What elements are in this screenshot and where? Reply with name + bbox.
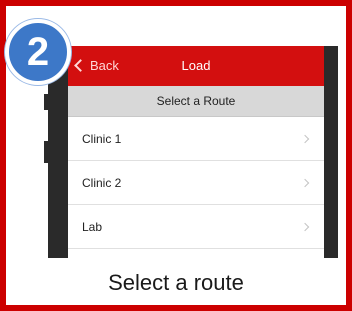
route-item-clinic-1[interactable]: Clinic 1: [68, 117, 324, 161]
step-number-badge: 2: [5, 19, 71, 85]
nav-title: Load: [181, 58, 211, 73]
section-header-label: Select a Route: [156, 94, 236, 108]
route-item-lab[interactable]: Lab: [68, 205, 324, 249]
route-item-clinic-2[interactable]: Clinic 2: [68, 161, 324, 205]
route-label: Clinic 1: [82, 131, 122, 146]
step-caption: Select a route: [108, 270, 244, 295]
route-list: Clinic 1 Clinic 2 Lab: [68, 117, 324, 249]
chevron-right-icon: [300, 178, 310, 187]
nav-bar: Back Load: [68, 46, 324, 86]
chevron-right-icon: [300, 222, 310, 231]
route-label: Clinic 2: [82, 175, 122, 190]
section-header: Select a Route: [68, 86, 324, 117]
route-label: Lab: [82, 219, 103, 234]
phone-screen: Back Load Select a Route Clinic 1 Clinic…: [68, 46, 324, 258]
phone-mockup: Back Load Select a Route Clinic 1 Clinic…: [48, 46, 338, 258]
chevron-right-icon: [300, 134, 310, 143]
